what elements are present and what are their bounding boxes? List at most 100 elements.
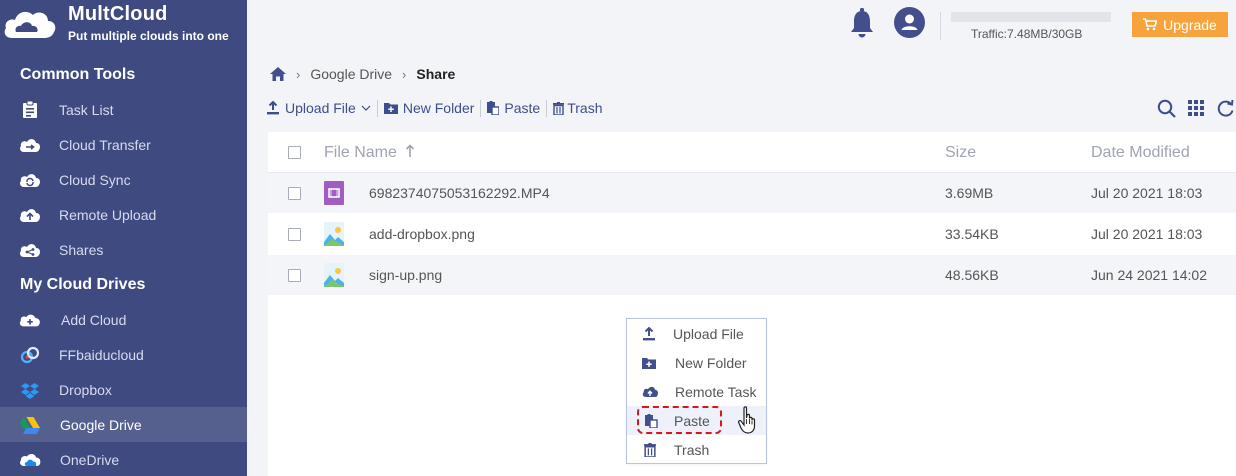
paste-icon (487, 101, 500, 115)
upload-file-button[interactable]: Upload File (266, 100, 371, 116)
hand-pointer-icon (738, 406, 756, 434)
chevron-right-icon: › (296, 66, 301, 82)
view-tools (1157, 99, 1236, 118)
add-cloud-icon (19, 310, 41, 330)
image-file-icon (324, 222, 344, 246)
upgrade-label: Upgrade (1163, 16, 1217, 33)
file-name[interactable]: sign-up.png (369, 267, 442, 283)
new-folder-button[interactable]: New Folder (383, 100, 475, 116)
sidebar-item-ffbaiducloud[interactable]: FFbaiducloud (0, 337, 247, 372)
cart-icon (1143, 18, 1158, 31)
sidebar-item-label: Remote Upload (59, 206, 157, 223)
menu-item-label: Trash (674, 442, 710, 458)
context-menu-trash[interactable]: Trash (627, 435, 766, 464)
file-toolbar: Upload File New Folder Paste Trash (266, 99, 603, 117)
column-header-date-modified[interactable]: Date Modified (1091, 144, 1190, 162)
file-date: Jul 20 2021 18:03 (1091, 226, 1203, 242)
table-row[interactable]: add-dropbox.png 33.54KB Jul 20 2021 18:0… (268, 214, 1236, 254)
trash-icon (553, 101, 565, 115)
paste-highlight-annotation (637, 406, 722, 434)
row-checkbox[interactable] (288, 187, 301, 200)
table-header: File Name Size Date Modified (268, 132, 1236, 173)
column-header-size[interactable]: Size (945, 144, 976, 162)
table-row[interactable]: 6982374075053162292.MP4 3.69MB Jul 20 20… (268, 173, 1236, 213)
refresh-icon[interactable] (1216, 99, 1236, 118)
top-bar (247, 0, 1236, 52)
context-menu: Upload File New Folder Remote Task Paste… (626, 318, 767, 464)
common-tools-title: Common Tools (20, 66, 136, 83)
trash-label: Trash (567, 100, 603, 116)
toolbar-divider (546, 99, 548, 117)
trash-icon (644, 443, 656, 457)
menu-item-label: New Folder (675, 355, 747, 371)
column-header-file-name[interactable]: File Name (324, 144, 415, 162)
file-size: 48.56KB (945, 267, 999, 283)
notification-bell-icon[interactable] (849, 8, 875, 38)
sidebar: MultCloud Put multiple clouds into one C… (0, 0, 247, 476)
brand[interactable]: MultCloud Put multiple clouds into one (0, 0, 247, 52)
select-all-checkbox[interactable] (288, 146, 301, 159)
my-cloud-drives-title: My Cloud Drives (20, 276, 146, 293)
cloud-transfer-icon (19, 135, 41, 155)
sidebar-item-google-drive[interactable]: Google Drive (0, 407, 247, 442)
file-date: Jul 20 2021 18:03 (1091, 185, 1203, 201)
home-icon[interactable] (270, 67, 286, 81)
breadcrumb-google-drive[interactable]: Google Drive (310, 66, 392, 82)
sidebar-item-add-cloud[interactable]: Add Cloud (0, 302, 247, 337)
remote-task-icon (642, 386, 658, 397)
image-file-icon (324, 263, 344, 287)
file-size: 3.69MB (945, 185, 994, 201)
traffic-usage: Traffic:7.48MB/30GB (971, 27, 1083, 41)
context-menu-remote-task[interactable]: Remote Task (627, 377, 766, 406)
sidebar-item-shares[interactable]: Shares (0, 232, 247, 267)
sidebar-item-onedrive[interactable]: OneDrive (0, 442, 247, 476)
sidebar-item-label: Cloud Sync (59, 171, 131, 188)
chevron-down-icon (361, 105, 371, 111)
multcloud-logo-icon (4, 11, 56, 38)
video-file-icon (324, 181, 344, 205)
brand-tagline: Put multiple clouds into one (68, 29, 229, 43)
sidebar-item-cloud-transfer[interactable]: Cloud Transfer (0, 127, 247, 162)
trash-button[interactable]: Trash (553, 100, 603, 116)
topbar-divider (940, 12, 941, 40)
search-icon[interactable] (1157, 99, 1176, 118)
sidebar-item-label: Cloud Transfer (59, 136, 151, 153)
context-menu-upload-file[interactable]: Upload File (627, 319, 766, 348)
upload-file-label: Upload File (285, 100, 356, 116)
file-name[interactable]: add-dropbox.png (369, 226, 475, 242)
shares-icon (19, 240, 41, 260)
sidebar-item-cloud-sync[interactable]: Cloud Sync (0, 162, 247, 197)
table-row[interactable]: sign-up.png 48.56KB Jun 24 2021 14:02 (268, 255, 1236, 295)
sidebar-item-label: Add Cloud (61, 311, 127, 328)
upgrade-button[interactable]: Upgrade (1132, 12, 1228, 37)
file-date: Jun 24 2021 14:02 (1091, 267, 1207, 283)
row-checkbox[interactable] (288, 269, 301, 282)
sidebar-item-task-list[interactable]: Task List (0, 92, 247, 127)
menu-item-label: Remote Task (675, 384, 757, 400)
toolbar-divider (480, 99, 482, 117)
file-size: 33.54KB (945, 226, 999, 242)
upload-icon (267, 101, 279, 115)
google-drive-icon (19, 415, 41, 435)
cloud-sync-icon (19, 170, 41, 190)
sidebar-item-remote-upload[interactable]: Remote Upload (0, 197, 247, 232)
sidebar-item-label: Shares (59, 241, 104, 258)
user-avatar[interactable] (894, 7, 925, 38)
sidebar-item-label: Google Drive (60, 416, 142, 433)
new-folder-label: New Folder (402, 100, 475, 116)
paste-label: Paste (504, 100, 541, 116)
grid-view-icon[interactable] (1187, 99, 1205, 117)
file-name[interactable]: 6982374075053162292.MP4 (369, 185, 550, 201)
remote-upload-icon (19, 205, 41, 225)
sidebar-item-label: FFbaiducloud (59, 346, 144, 363)
context-menu-new-folder[interactable]: New Folder (627, 348, 766, 377)
row-checkbox[interactable] (288, 228, 301, 241)
breadcrumb-current: Share (416, 66, 456, 82)
sidebar-item-dropbox[interactable]: Dropbox (0, 372, 247, 407)
brand-name: MultCloud (68, 3, 168, 25)
breadcrumb: › Google Drive › Share (270, 66, 455, 82)
menu-item-label: Upload File (673, 326, 744, 342)
new-folder-icon (383, 103, 398, 114)
paste-button[interactable]: Paste (487, 100, 540, 116)
sort-ascending-icon (406, 144, 415, 157)
